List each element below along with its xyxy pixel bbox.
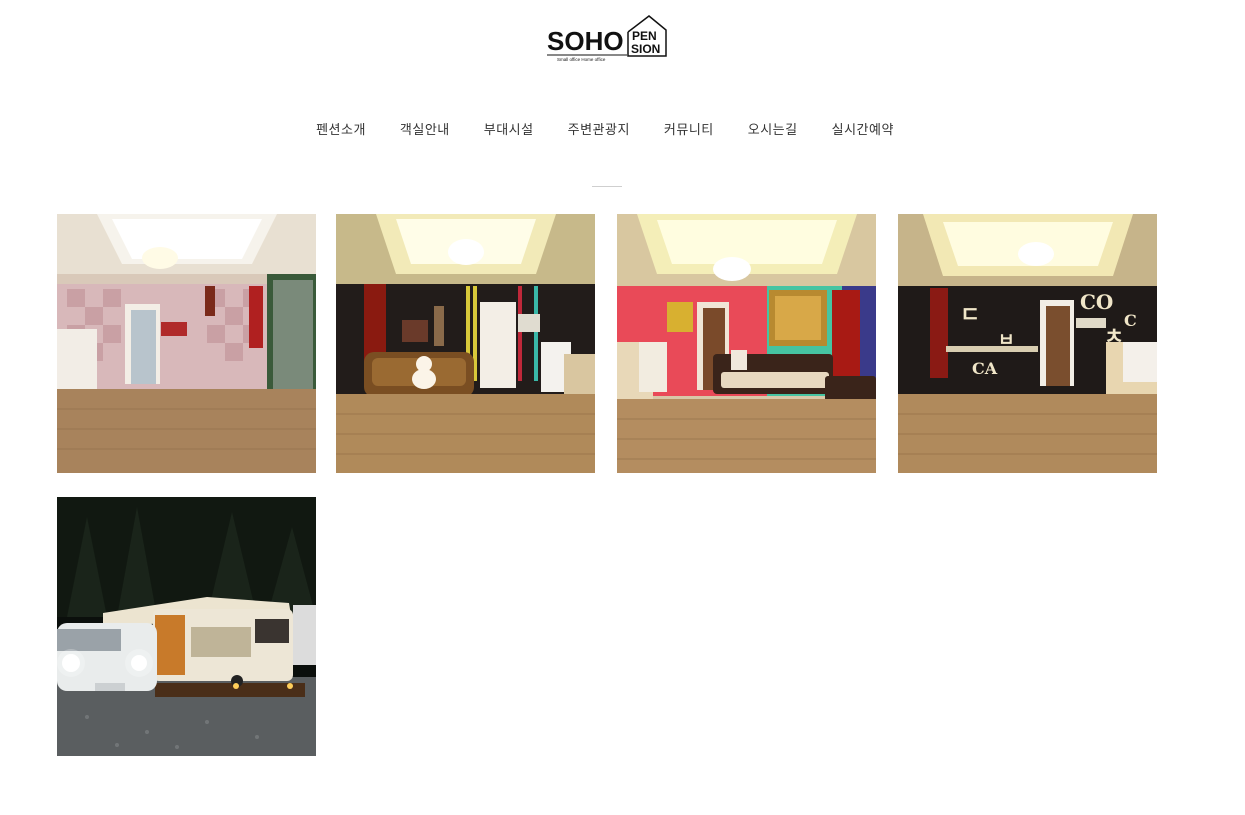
nav-item-pension-intro[interactable]: 펜션소개 xyxy=(299,121,383,141)
logo-house-bottom-text: SION xyxy=(631,42,660,56)
svg-text:ㄷ: ㄷ xyxy=(960,302,980,328)
section-divider xyxy=(592,186,622,187)
svg-text:CA: CA xyxy=(972,359,998,378)
room-photo-icon: ㄷ ㅂ CA CO ㅊ C xyxy=(898,214,1157,473)
gallery-item-3[interactable] xyxy=(617,214,876,473)
logo-tagline: Small office Home office xyxy=(557,57,606,62)
nav-item-facilities[interactable]: 부대시설 xyxy=(467,121,551,141)
logo-main-text: SOHO xyxy=(547,26,624,56)
svg-text:CO: CO xyxy=(1080,290,1113,314)
nav-item-attractions[interactable]: 주변관광지 xyxy=(551,121,647,141)
nav-item-community[interactable]: 커뮤니티 xyxy=(647,121,731,141)
room-photo-icon xyxy=(57,214,316,473)
svg-text:C: C xyxy=(1124,311,1137,330)
nav-item-directions[interactable]: 오시는길 xyxy=(731,121,815,141)
gallery-item-2[interactable] xyxy=(336,214,595,473)
nav-item-rooms[interactable]: 객실안내 xyxy=(383,121,467,141)
logo-house-top-text: PEN xyxy=(632,29,657,43)
caravan-photo-icon xyxy=(57,497,316,756)
room-photo-icon xyxy=(617,214,876,473)
gallery-item-4[interactable]: ㄷ ㅂ CA CO ㅊ C xyxy=(898,214,1157,473)
room-photo-icon xyxy=(336,214,595,473)
site-logo[interactable]: SOHO PEN SION Small office Home office xyxy=(545,14,669,64)
nav-item-reservation[interactable]: 실시간예약 xyxy=(815,121,911,141)
main-nav: 펜션소개 객실안내 부대시설 주변관광지 커뮤니티 오시는길 실시간예약 xyxy=(0,121,1210,141)
gallery-item-5[interactable] xyxy=(57,497,316,756)
gallery-item-1[interactable] xyxy=(57,214,316,473)
